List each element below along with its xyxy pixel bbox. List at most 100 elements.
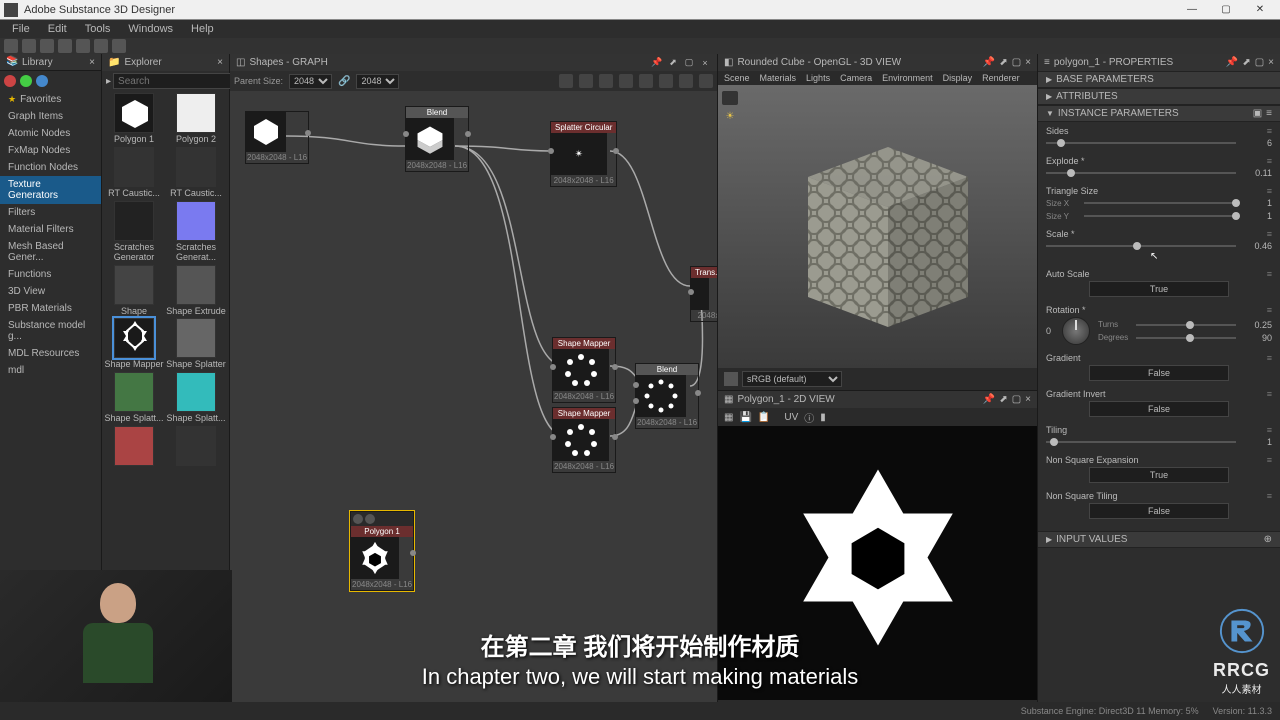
explode-menu-icon[interactable]: ≡ — [1267, 156, 1272, 166]
gradient-dropdown[interactable]: False — [1089, 365, 1229, 381]
library-item[interactable]: 3D View — [0, 283, 101, 300]
view3d-menu-env[interactable]: Environment — [882, 73, 933, 83]
tool-save-icon[interactable] — [40, 39, 54, 53]
view2d-close-icon[interactable]: × — [1025, 394, 1031, 405]
view3d-pin-icon[interactable]: 📌 — [983, 57, 995, 68]
library-item[interactable]: MDL Resources — [0, 345, 101, 362]
thumbnail-item[interactable]: Shape Mapper — [104, 318, 164, 370]
node-polygon1-selected[interactable]: Polygon 1 2048x2048 - L16 — [350, 511, 414, 591]
tool-redo-icon[interactable] — [112, 39, 126, 53]
view3d-menu-display[interactable]: Display — [943, 73, 973, 83]
thumbnail-item[interactable]: Shape Splatter — [166, 318, 226, 370]
props-pin-icon[interactable]: 📌 — [1226, 57, 1238, 68]
v2d-tool2-icon[interactable]: 💾 — [739, 412, 751, 423]
trisize-menu-icon[interactable]: ≡ — [1267, 186, 1272, 196]
sides-menu-icon[interactable]: ≡ — [1267, 126, 1272, 136]
thumbnail-item[interactable]: Scratches Generat... — [166, 201, 226, 263]
props-max-icon[interactable]: ▢ — [1255, 57, 1264, 68]
v2d-tool1-icon[interactable]: ▦ — [724, 412, 733, 423]
filter-red-icon[interactable] — [4, 75, 16, 87]
thumbnail-item[interactable] — [166, 426, 226, 468]
thumbnail-item[interactable]: Shape Splatt... — [166, 372, 226, 424]
thumbnail-item[interactable]: RT Caustic... — [104, 147, 164, 199]
node-blend[interactable]: Blend 2048x2048 - L16 — [405, 106, 469, 172]
link-icon[interactable]: 🔗 — [338, 76, 350, 87]
node-opt2-icon[interactable] — [365, 514, 375, 524]
node-shape-mapper-1[interactable]: Shape Mapper 2048x2048 - L16 — [552, 337, 616, 403]
nse-menu-icon[interactable]: ≡ — [1267, 455, 1272, 465]
node-opt1-icon[interactable] — [353, 514, 363, 524]
rotation-dial[interactable] — [1062, 317, 1090, 345]
nse-dropdown[interactable]: True — [1089, 467, 1229, 483]
v2d-uv-icon[interactable]: UV — [784, 412, 798, 423]
thumbnail-item[interactable] — [104, 426, 164, 468]
minimize-button[interactable]: — — [1176, 1, 1208, 19]
graph-tool8-icon[interactable] — [699, 74, 713, 88]
library-item[interactable]: Material Filters — [0, 221, 101, 238]
parent-size-select[interactable]: 2048 — [289, 74, 332, 89]
parent-size2-select[interactable]: 2048 — [356, 74, 399, 89]
props-undock-icon[interactable]: ⬈ — [1242, 57, 1250, 68]
view3d-undock-icon[interactable]: ⬈ — [999, 57, 1007, 68]
menu-windows[interactable]: Windows — [120, 21, 181, 37]
sizey-slider[interactable] — [1084, 215, 1236, 217]
thumbnail-item[interactable]: Shape — [104, 265, 164, 317]
tiling-menu-icon[interactable]: ≡ — [1267, 425, 1272, 435]
v2d-tool3-icon[interactable]: 📋 — [758, 412, 770, 423]
turns-slider[interactable] — [1136, 324, 1236, 326]
library-item[interactable]: Filters — [0, 204, 101, 221]
filter-blue-icon[interactable] — [36, 75, 48, 87]
view3d-menu-scene[interactable]: Scene — [724, 73, 750, 83]
degrees-slider[interactable] — [1136, 337, 1236, 339]
tool-open-icon[interactable] — [22, 39, 36, 53]
library-close-icon[interactable]: × — [89, 57, 95, 68]
graph-tool7-icon[interactable] — [679, 74, 693, 88]
colorspace-select[interactable]: sRGB (default) — [742, 371, 842, 387]
gradient-menu-icon[interactable]: ≡ — [1267, 353, 1272, 363]
view3d-close-icon[interactable]: × — [1025, 57, 1031, 68]
graph-tool5-icon[interactable] — [639, 74, 653, 88]
graph-canvas[interactable]: 2048x2048 - L16 Blend 2048x2048 - L16 — [230, 91, 717, 720]
library-item[interactable]: Atomic Nodes — [0, 125, 101, 142]
nst-dropdown[interactable]: False — [1089, 503, 1229, 519]
explode-slider[interactable] — [1046, 172, 1236, 174]
view3d-menu-materials[interactable]: Materials — [760, 73, 797, 83]
graph-tool1-icon[interactable] — [559, 74, 573, 88]
library-item[interactable]: Function Nodes — [0, 159, 101, 176]
section-input-values[interactable]: ▶INPUT VALUES⊕ — [1038, 531, 1280, 548]
thumbnail-item[interactable]: Scratches Generator — [104, 201, 164, 263]
node-blend-2[interactable]: Blend 2048x2048 - L16 — [635, 363, 699, 429]
view3d-menu-camera[interactable]: Camera — [840, 73, 872, 83]
v2d-info-icon[interactable]: ⓘ — [804, 410, 814, 425]
props-close-icon[interactable]: × — [1268, 57, 1274, 68]
menu-help[interactable]: Help — [183, 21, 222, 37]
view3d-viewport[interactable]: ☀ — [718, 85, 1037, 368]
explorer-close-icon[interactable]: × — [217, 57, 223, 68]
gradinv-menu-icon[interactable]: ≡ — [1267, 389, 1272, 399]
close-button[interactable]: ✕ — [1244, 1, 1276, 19]
view2d-undock-icon[interactable]: ⬈ — [999, 394, 1007, 405]
menu-tools[interactable]: Tools — [77, 21, 119, 37]
instance-opt1-icon[interactable]: ▣ — [1253, 108, 1262, 119]
instance-opt2-icon[interactable]: ≡ — [1266, 108, 1272, 119]
graph-close-icon[interactable]: × — [699, 57, 711, 69]
graph-tool3-icon[interactable] — [599, 74, 613, 88]
thumbnail-item[interactable]: RT Caustic... — [166, 147, 226, 199]
view3d-light-icon[interactable]: ☀ — [722, 111, 738, 125]
sides-slider[interactable] — [1046, 142, 1236, 144]
maximize-button[interactable]: ▢ — [1210, 1, 1242, 19]
section-base-params[interactable]: ▶BASE PARAMETERS — [1038, 71, 1280, 88]
graph-tool6-icon[interactable] — [659, 74, 673, 88]
node-polygon[interactable]: 2048x2048 - L16 — [245, 111, 309, 164]
colorspace-icon[interactable] — [724, 372, 738, 386]
view3d-menu-lights[interactable]: Lights — [806, 73, 830, 83]
library-item[interactable]: Functions — [0, 266, 101, 283]
tiling-slider[interactable] — [1046, 441, 1236, 443]
section-attributes[interactable]: ▶ATTRIBUTES — [1038, 88, 1280, 105]
menu-edit[interactable]: Edit — [40, 21, 75, 37]
rotation-menu-icon[interactable]: ≡ — [1267, 305, 1272, 315]
library-item[interactable]: Graph Items — [0, 108, 101, 125]
scale-slider[interactable] — [1046, 245, 1236, 247]
autoscale-dropdown[interactable]: True — [1089, 281, 1229, 297]
node-splatter-circular[interactable]: Splatter Circular ✴ 2048x2048 - L16 — [550, 121, 617, 187]
